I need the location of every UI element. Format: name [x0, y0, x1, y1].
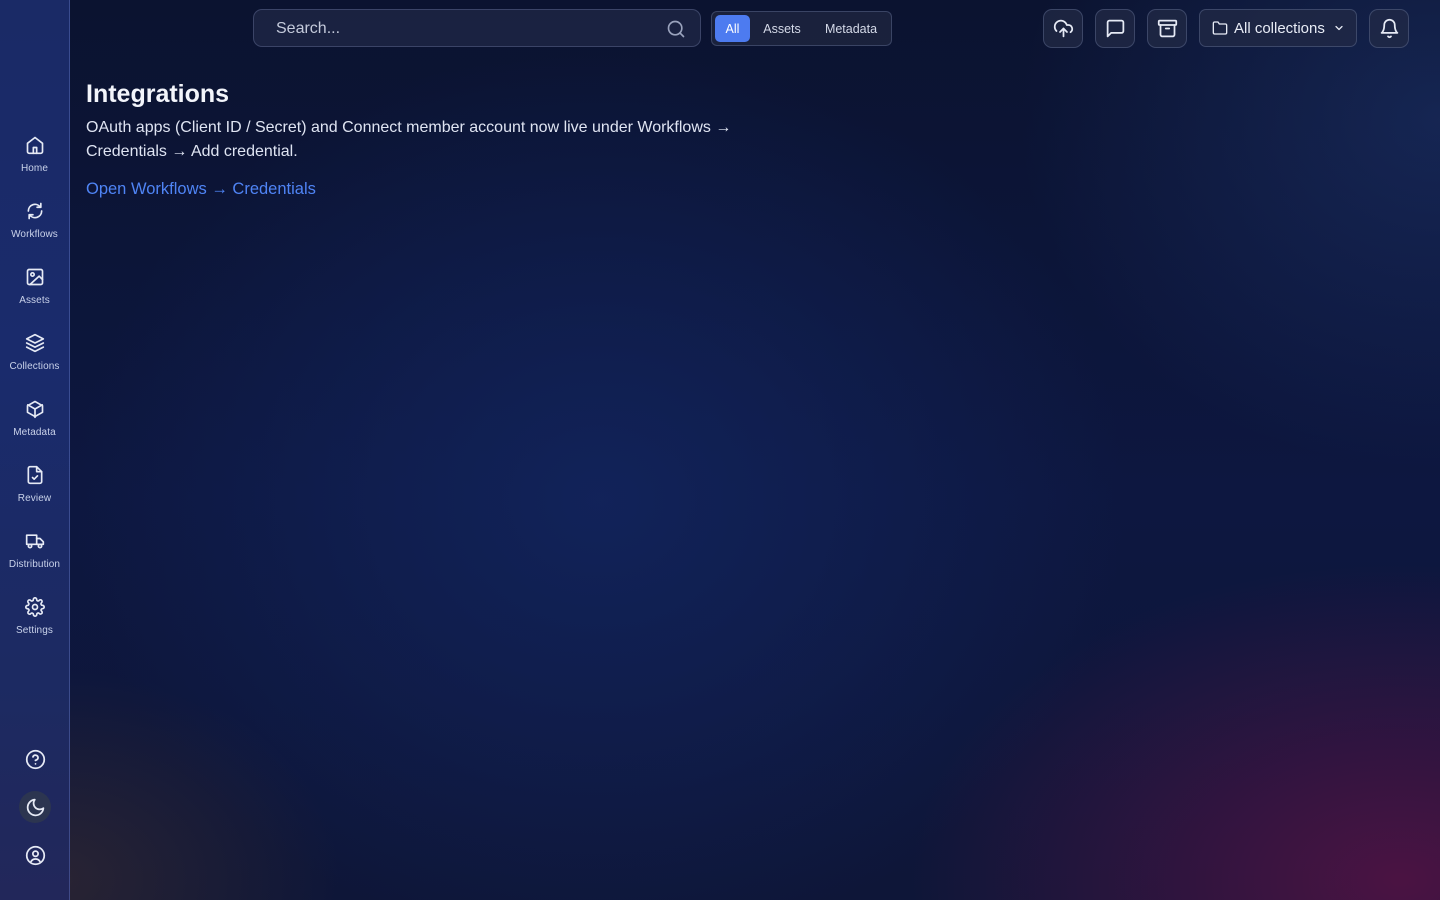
chevron-down-icon: [1335, 25, 1343, 31]
sidebar-item-assets[interactable]: Assets: [0, 265, 69, 321]
bell-icon: [1380, 18, 1398, 39]
sidebar-item-label: Home: [20, 163, 49, 174]
refresh-icon: [27, 202, 43, 220]
collections-dropdown[interactable]: All collections: [1199, 9, 1357, 47]
help-icon: [25, 749, 45, 769]
sidebar-item-label: Workflows: [11, 229, 58, 240]
scope-metadata-button[interactable]: Metadata: [816, 15, 886, 42]
sidebar-item-review[interactable]: Review: [0, 463, 69, 519]
profile-button[interactable]: [19, 839, 51, 871]
messages-button[interactable]: [1095, 9, 1135, 48]
moon-icon: [26, 798, 44, 816]
scope-all-button[interactable]: All: [715, 15, 750, 42]
sidebar-item-label: Collections: [9, 361, 60, 372]
sidebar-item-distribution[interactable]: Distribution: [0, 529, 69, 585]
sidebar-item-label: Assets: [19, 295, 50, 306]
box-icon: [26, 400, 43, 419]
image-icon: [26, 268, 43, 286]
sidebar-item-home[interactable]: Home: [0, 133, 69, 189]
sidebar-item-metadata[interactable]: Metadata: [0, 397, 69, 453]
sidebar-item-settings[interactable]: Settings: [0, 595, 69, 651]
gear-icon: [24, 597, 45, 617]
sidebar-item-label: Review: [17, 493, 52, 504]
search-icon[interactable]: [666, 19, 686, 39]
scope-assets-button[interactable]: Assets: [754, 15, 810, 42]
sidebar-item-label: Settings: [16, 625, 53, 636]
open-credentials-link[interactable]: Open Workflows → Credentials: [86, 180, 316, 199]
sidebar-item-label: Metadata: [13, 427, 56, 438]
user-circle-icon: [25, 845, 45, 865]
help-button[interactable]: [19, 743, 51, 775]
search-box: [253, 9, 701, 48]
sidebar-item-workflows[interactable]: Workflows: [0, 199, 69, 255]
page-description: OAuth apps (Client ID / Secret) and Conn…: [86, 119, 732, 160]
home-icon: [26, 136, 43, 155]
search-input[interactable]: [274, 10, 658, 48]
sidebar-item-collections[interactable]: Collections: [0, 331, 69, 387]
file-check-icon: [27, 465, 43, 485]
message-icon: [1106, 19, 1124, 38]
collections-dropdown-label: All collections: [1234, 19, 1325, 37]
archive-button[interactable]: [1147, 9, 1187, 48]
sidebar: Home Workflows Assets Collections Metada…: [0, 0, 70, 900]
folder-icon: [1212, 21, 1228, 35]
layers-icon: [25, 333, 44, 353]
upload-button[interactable]: [1043, 9, 1083, 48]
theme-toggle-button[interactable]: [19, 791, 51, 823]
archive-icon: [1157, 19, 1177, 38]
notifications-button[interactable]: [1369, 9, 1409, 48]
sidebar-item-label: Distribution: [8, 559, 61, 570]
truck-icon: [25, 534, 44, 549]
upload-cloud-icon: [1053, 19, 1073, 38]
search-scope-toggle: All Assets Metadata: [711, 11, 892, 46]
page-title: Integrations: [86, 80, 230, 108]
